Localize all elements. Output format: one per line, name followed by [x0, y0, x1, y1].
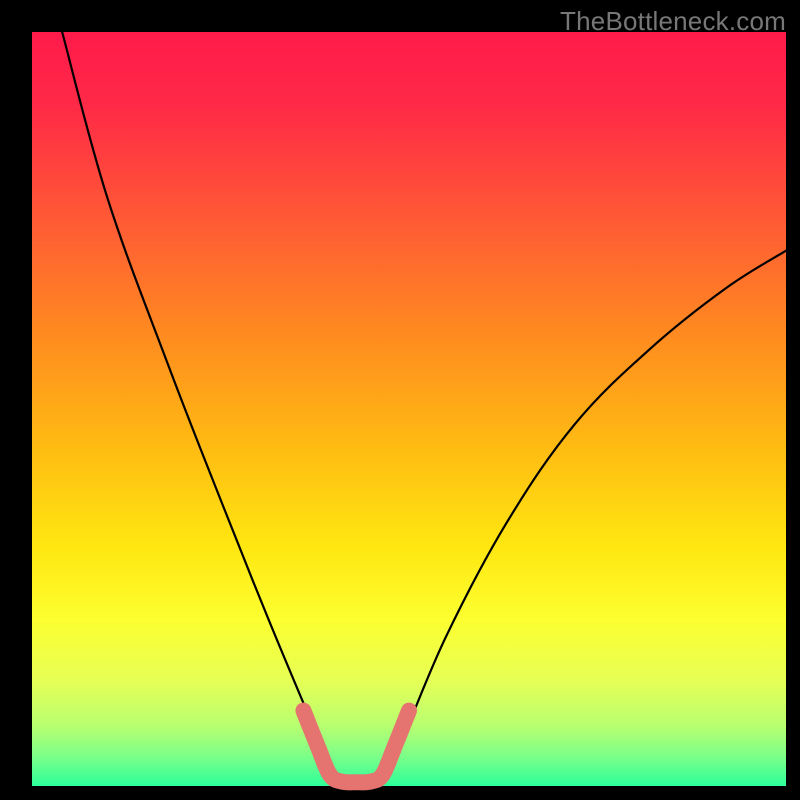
bottleneck-chart [0, 0, 800, 800]
chart-stage: TheBottleneck.com [0, 0, 800, 800]
plot-background [32, 32, 786, 786]
